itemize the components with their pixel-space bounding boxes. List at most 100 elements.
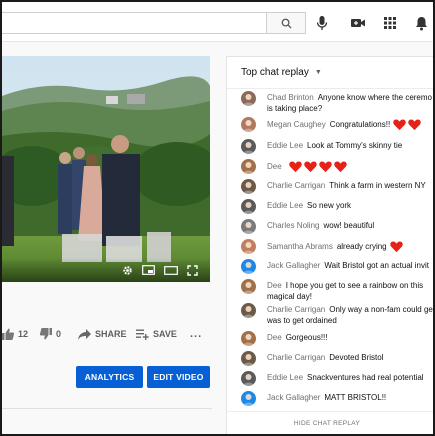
user-avatar[interactable]: [241, 303, 256, 318]
dislike-button[interactable]: 0: [40, 328, 61, 340]
user-avatar[interactable]: [241, 239, 256, 254]
chat-message-body: Charles Noling wow! beautiful: [267, 221, 433, 232]
user-avatar[interactable]: [241, 117, 256, 132]
heart-emoji-icon: [333, 161, 347, 173]
divider: [2, 408, 212, 409]
user-avatar[interactable]: [241, 279, 256, 294]
chat-text: Wait Bristol got an actual invit: [324, 261, 429, 270]
chat-author[interactable]: Eddie Lee: [267, 373, 303, 382]
playlist-add-icon: [136, 329, 149, 340]
chat-message-body: Megan Caughey Congratulations!!: [267, 119, 433, 131]
miniplayer-icon[interactable]: [142, 265, 155, 275]
chat-text: MATT BRISTOL!!: [324, 393, 387, 402]
like-count: 12: [18, 329, 29, 339]
share-button[interactable]: SHARE: [78, 328, 127, 340]
settings-gear-icon[interactable]: [122, 265, 133, 276]
chat-text: Think a farm in western NY: [329, 181, 426, 190]
user-avatar[interactable]: [241, 179, 256, 194]
notifications-bell-icon[interactable]: [412, 14, 430, 32]
chat-author[interactable]: Charlie Carrigan: [267, 353, 325, 362]
chat-text: Devoted Bristol: [329, 353, 384, 362]
user-avatar[interactable]: [241, 139, 256, 154]
dislike-count: 0: [56, 329, 62, 339]
chat-mode-label: Top chat replay: [241, 67, 309, 78]
heart-emoji-icon: [408, 119, 421, 131]
video-controls: [2, 258, 210, 282]
user-avatar[interactable]: [241, 331, 256, 346]
chat-text: So new york: [307, 201, 352, 210]
chat-header[interactable]: Top chat replay ▼: [227, 57, 433, 89]
chat-message-body: Eddie Lee So new york: [267, 201, 433, 212]
user-avatar[interactable]: [241, 199, 256, 214]
user-avatar[interactable]: [241, 219, 256, 234]
save-button[interactable]: SAVE: [136, 329, 177, 340]
search-button[interactable]: [266, 12, 306, 34]
chat-author[interactable]: Chad Brinton: [267, 93, 314, 102]
chat-text: Anyone know where the ceremo: [317, 93, 432, 102]
chat-text: Look at Tommy's skinny tie: [307, 141, 403, 150]
user-avatar[interactable]: [241, 391, 256, 406]
fullscreen-icon[interactable]: [187, 264, 198, 276]
chat-text-continued: is taking place?: [267, 103, 323, 113]
theater-mode-icon[interactable]: [164, 265, 178, 275]
chevron-down-icon: ▼: [314, 69, 322, 76]
chat-author[interactable]: Dee: [267, 281, 282, 290]
chat-author[interactable]: Jack Gallagher: [267, 261, 320, 270]
chat-author[interactable]: Charlie Carrigan: [267, 181, 325, 190]
user-avatar[interactable]: [241, 91, 256, 106]
like-button[interactable]: 12: [2, 328, 28, 340]
edit-video-button[interactable]: EDIT VIDEO: [147, 366, 210, 388]
chat-author[interactable]: Samantha Abrams: [267, 242, 333, 251]
chat-text: Only way a non-fam could ge: [329, 305, 433, 314]
thumbs-up-icon: [2, 328, 14, 340]
chat-author[interactable]: Eddie Lee: [267, 201, 303, 210]
chat-author[interactable]: Charles Noling: [267, 221, 319, 230]
chat-message-body: Chad Brinton Anyone know where the ceremo…: [267, 93, 433, 114]
chat-author[interactable]: Dee: [267, 333, 282, 342]
apps-grid-icon[interactable]: [381, 14, 399, 32]
heart-emoji-icon: [389, 241, 403, 253]
user-avatar[interactable]: [241, 259, 256, 274]
search-icon: [281, 18, 292, 29]
user-avatar[interactable]: [241, 371, 256, 386]
search-input[interactable]: [2, 12, 266, 34]
chat-text: already crying: [336, 242, 387, 252]
chat-message-body: Charlie Carrigan Only way a non-fam could…: [267, 305, 433, 326]
save-label: SAVE: [153, 329, 177, 339]
chat-message-body: Jack Gallagher Wait Bristol got an actual…: [267, 261, 433, 272]
chat-replay-panel: Top chat replay ▼ Chad Brinton Anyone kno…: [226, 56, 433, 434]
chat-message-body: Charlie Carrigan Devoted Bristol: [267, 353, 433, 364]
user-avatar[interactable]: [241, 351, 256, 366]
share-label: SHARE: [95, 329, 127, 339]
chat-message-body: Dee I hope you get to see a rainbow on th…: [267, 281, 433, 302]
chat-text-continued: was to get ordained: [267, 315, 337, 325]
chat-author[interactable]: Dee: [267, 162, 282, 171]
hide-chat-replay-button[interactable]: HIDE CHAT REPLAY: [227, 411, 433, 434]
chat-author[interactable]: Eddie Lee: [267, 141, 303, 150]
create-video-icon[interactable]: [349, 14, 367, 32]
chat-author[interactable]: Megan Caughey: [267, 120, 326, 129]
chat-text: Congratulations!!: [329, 120, 391, 130]
video-player[interactable]: [2, 56, 210, 282]
top-bar: [2, 2, 433, 42]
chat-message-body: Eddie Lee Snackventures had real potentia…: [267, 373, 433, 384]
heart-emoji-icon: [318, 161, 332, 173]
chat-message-body: Charlie Carrigan Think a farm in western …: [267, 181, 433, 192]
heart-emoji-icon: [303, 161, 317, 173]
more-actions-button[interactable]: ...: [190, 328, 202, 340]
share-arrow-icon: [78, 328, 91, 340]
youtube-window: 12 0 SHARE SAVE ... ANALYTICS EDIT VIDEO…: [2, 2, 433, 434]
chat-message-body: Eddie Lee Look at Tommy's skinny tie: [267, 141, 433, 152]
user-avatar[interactable]: [241, 159, 256, 174]
heart-emoji-icon: [288, 161, 302, 173]
chat-message-body: Dee Gorgeous!!!: [267, 333, 433, 344]
heart-emoji-icon: [393, 119, 406, 131]
analytics-button[interactable]: ANALYTICS: [76, 366, 143, 388]
chat-author[interactable]: Jack Gallagher: [267, 393, 320, 402]
wedding-video-frame: [2, 56, 210, 282]
chat-message-body: Samantha Abrams already crying: [267, 241, 433, 253]
microphone-icon[interactable]: [313, 14, 331, 32]
chat-text: I hope you get to see a rainbow on this: [285, 281, 424, 290]
chat-author[interactable]: Charlie Carrigan: [267, 305, 325, 314]
chat-message-body: Jack Gallagher MATT BRISTOL!!: [267, 393, 433, 404]
